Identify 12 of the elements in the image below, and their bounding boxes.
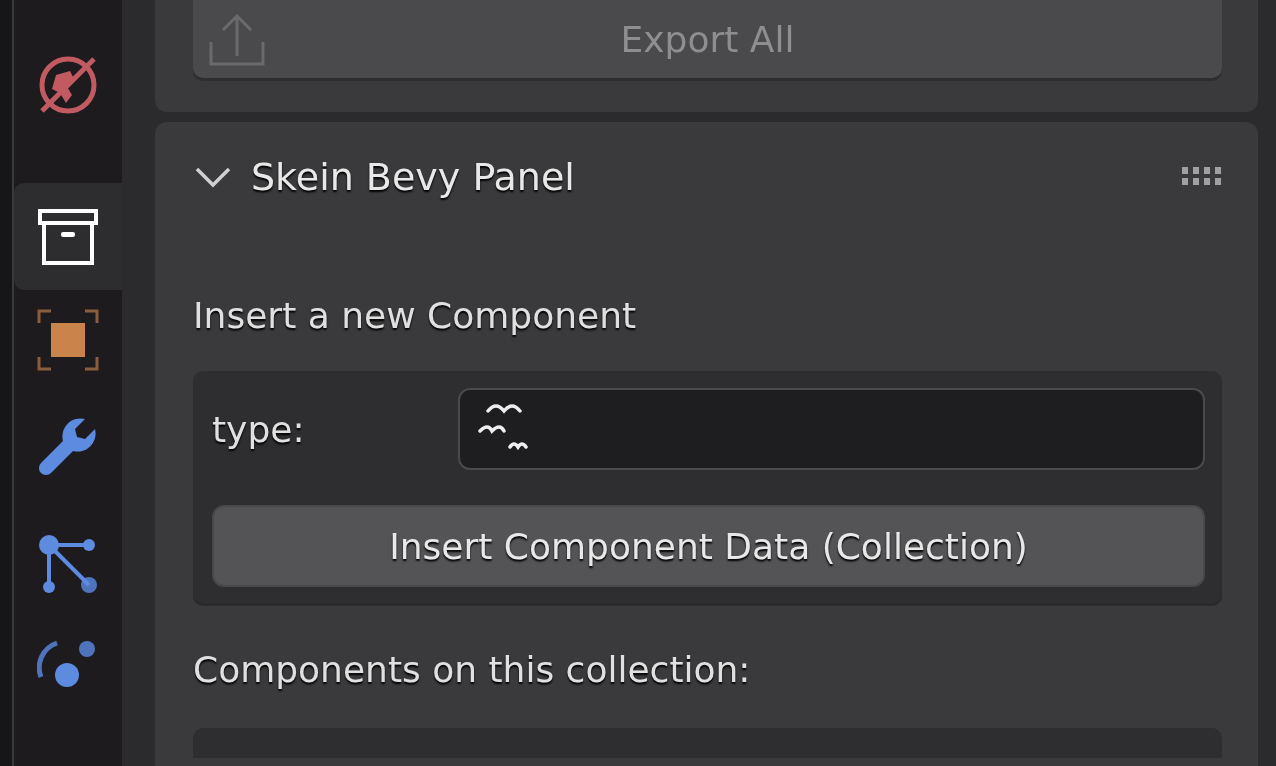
insert-component-button[interactable]: Insert Component Data (Collection) [212,505,1205,587]
section-heading: Components on this collection: [193,649,752,690]
section-heading: Insert a new Component [193,295,638,336]
type-field[interactable] [458,388,1205,470]
object-square-icon [37,309,99,371]
archive-box-icon [37,207,99,266]
node-graph-icon [37,533,99,595]
upload-icon [207,12,267,68]
panel-title: Skein Bevy Panel [251,155,576,199]
sidebar-tab[interactable] [14,183,122,290]
type-label: type: [212,408,306,450]
drag-handle-icon[interactable] [1182,167,1222,187]
